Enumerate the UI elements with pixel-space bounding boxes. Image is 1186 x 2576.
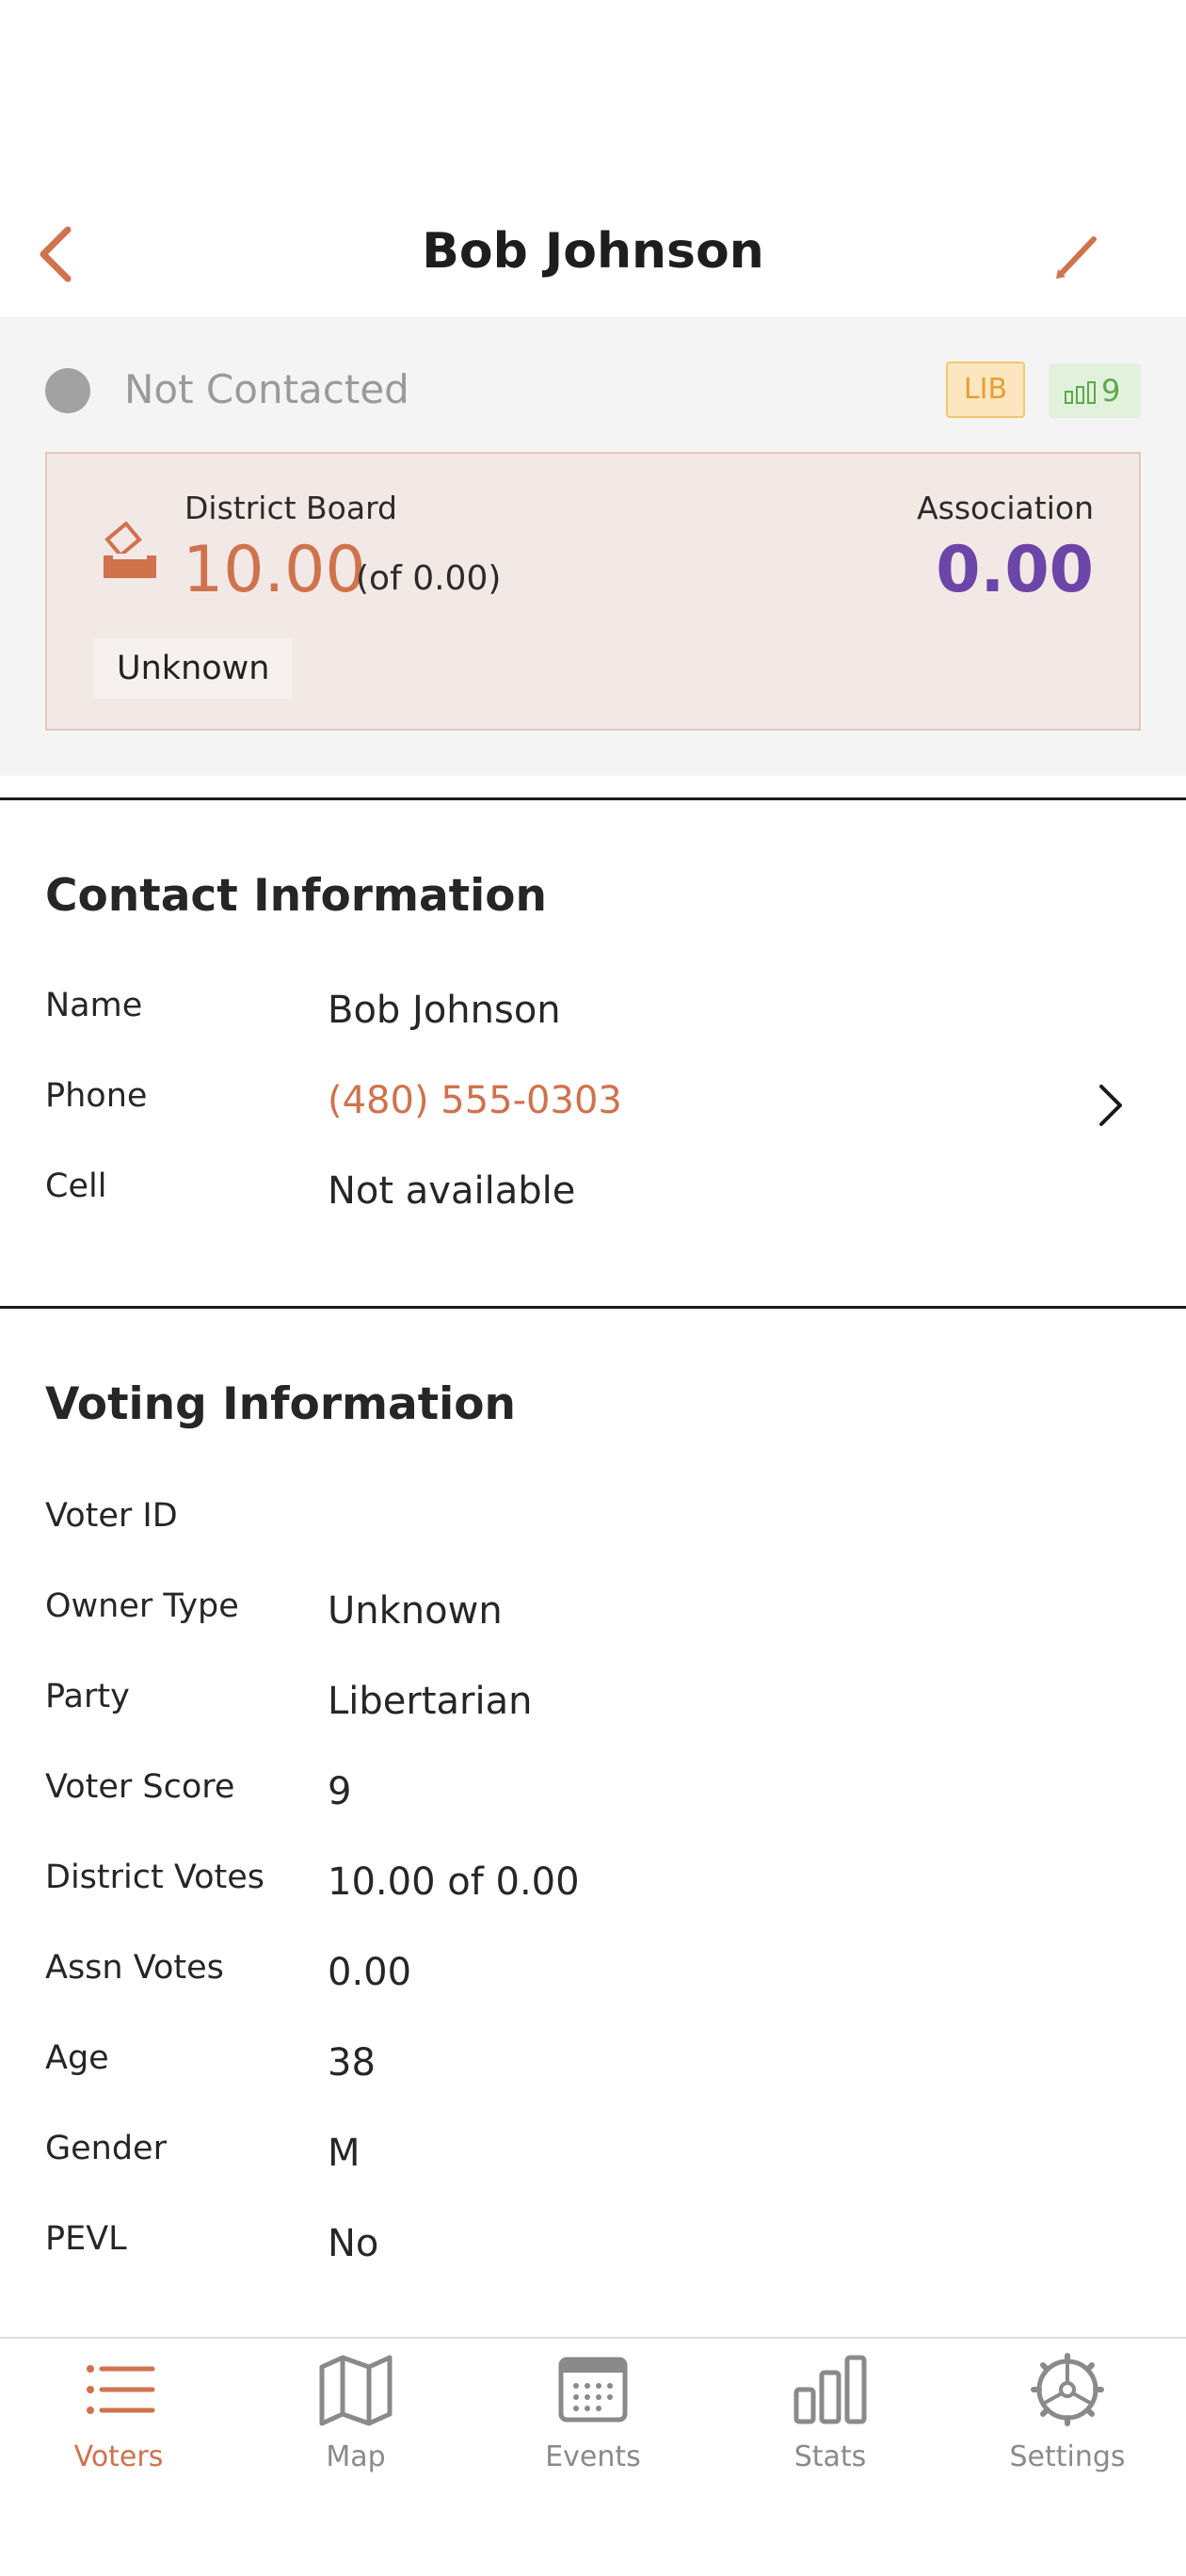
edit-button[interactable] <box>1045 222 1111 288</box>
gender-value: M <box>328 2132 361 2175</box>
contact-cell-value: Not available <box>328 1169 576 1213</box>
page-title: Bob Johnson <box>422 223 764 280</box>
contact-name-label: Name <box>45 987 143 1024</box>
age-label: Age <box>45 2039 109 2077</box>
gear-icon <box>1031 2353 1104 2426</box>
assn-votes-value: 0.00 <box>328 1951 412 1994</box>
list-icon <box>87 2365 155 2414</box>
owner-type-chip: Unknown <box>94 638 293 699</box>
age-value: 38 <box>328 2041 376 2085</box>
voter-id-label: Voter ID <box>45 1497 178 1535</box>
pevl-value: No <box>328 2222 379 2265</box>
voting-section-title: Voting Information <box>45 1378 517 1430</box>
chevron-right-icon[interactable] <box>1094 1081 1128 1130</box>
section-divider <box>0 797 1186 800</box>
district-votes-value: 10.00 of 0.00 <box>328 1860 580 1904</box>
contact-status-dot[interactable] <box>45 368 90 413</box>
tab-label-stats: Stats <box>793 2440 867 2473</box>
contact-section-title: Contact Information <box>45 870 547 922</box>
contact-cell-label: Cell <box>45 1167 107 1205</box>
owner-type-label: Owner Type <box>45 1587 239 1625</box>
contact-status-label[interactable]: Not Contacted <box>124 363 409 416</box>
bar-chart-icon <box>793 2355 867 2424</box>
pevl-label: PEVL <box>45 2220 127 2258</box>
party-badge: LIB <box>946 362 1025 418</box>
tab-stats[interactable]: Stats <box>712 2339 949 2508</box>
votes-card: District Board 10.00 (of 0.00) Associati… <box>45 452 1141 731</box>
tab-label-voters: Voters <box>73 2440 164 2473</box>
voter-score-value: 9 <box>1101 373 1121 409</box>
association-value: 0.00 <box>936 533 1094 607</box>
signal-bars-icon <box>1065 381 1096 404</box>
calendar-icon <box>558 2357 628 2423</box>
tab-events[interactable]: Events <box>474 2339 712 2508</box>
phone-link[interactable]: (480) 555-0303 <box>328 1079 622 1122</box>
tab-label-map: Map <box>326 2440 386 2473</box>
tab-voters[interactable]: Voters <box>0 2339 237 2508</box>
tab-label-settings: Settings <box>1009 2440 1126 2473</box>
association-label: Association <box>917 490 1094 526</box>
contact-phone-label: Phone <box>45 1077 148 1115</box>
voter-score-badge: 9 <box>1049 363 1141 418</box>
ballot-box-icon <box>100 521 160 582</box>
map-icon <box>319 2355 393 2426</box>
tab-settings[interactable]: Settings <box>949 2339 1186 2508</box>
tab-map[interactable]: Map <box>237 2339 474 2508</box>
voter-score-row-value: 9 <box>328 1770 352 1813</box>
district-board-total: (of 0.00) <box>356 559 502 598</box>
bottom-tab-bar: Voters Map Events Stats Settings <box>0 2337 1186 2576</box>
owner-type-value: Unknown <box>328 1589 503 1633</box>
voter-score-label: Voter Score <box>45 1768 235 1806</box>
contact-name-value: Bob Johnson <box>328 989 561 1032</box>
gender-label: Gender <box>45 2130 167 2167</box>
district-votes-label: District Votes <box>45 1859 264 1896</box>
district-board-label: District Board <box>184 490 398 526</box>
section-divider <box>0 1306 1186 1309</box>
pencil-icon <box>1056 236 1097 279</box>
party-label: Party <box>45 1678 130 1715</box>
assn-votes-label: Assn Votes <box>45 1949 224 1987</box>
district-board-value: 10.00 <box>183 533 366 607</box>
tab-label-events: Events <box>545 2440 641 2473</box>
party-value: Libertarian <box>328 1680 533 1723</box>
